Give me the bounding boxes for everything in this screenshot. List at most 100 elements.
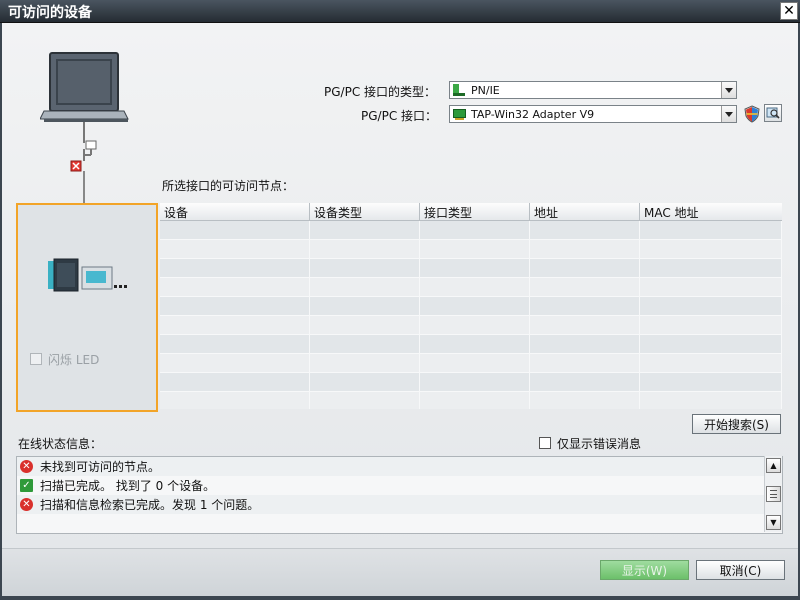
error-icon: ✕ bbox=[20, 498, 33, 511]
start-search-button[interactable]: 开始搜索(S) bbox=[692, 414, 781, 434]
window-title-bar: 可访问的设备 ✕ bbox=[0, 0, 800, 23]
table-cell bbox=[530, 354, 640, 373]
table-cell bbox=[640, 316, 782, 335]
device-preview-panel: 闪烁 LED bbox=[16, 203, 158, 412]
table-cell bbox=[640, 335, 782, 354]
chevron-down-icon[interactable] bbox=[721, 106, 736, 122]
table-cell bbox=[640, 297, 782, 316]
only-errors-checkbox[interactable] bbox=[539, 437, 551, 449]
table-cell bbox=[640, 392, 782, 409]
flash-led-label: 闪烁 LED bbox=[48, 353, 100, 367]
table-row[interactable] bbox=[160, 354, 782, 373]
table-cell bbox=[640, 354, 782, 373]
chevron-down-icon[interactable]: ▼ bbox=[766, 515, 781, 530]
table-cell bbox=[530, 297, 640, 316]
table-cell bbox=[310, 316, 420, 335]
table-cell bbox=[160, 278, 310, 297]
scan-icon bbox=[766, 107, 780, 119]
status-message: 未找到可访问的节点。 bbox=[40, 460, 161, 474]
table-cell bbox=[530, 259, 640, 278]
column-header-device[interactable]: 设备 bbox=[160, 203, 310, 220]
table-cell bbox=[420, 221, 530, 240]
table-cell bbox=[310, 373, 420, 392]
table-cell bbox=[310, 354, 420, 373]
network-adapter-icon bbox=[83, 140, 97, 161]
interface-type-value: PN/IE bbox=[471, 83, 500, 97]
table-cell bbox=[640, 221, 782, 240]
nodes-label: 所选接口的可访问节点： bbox=[162, 179, 295, 193]
table-cell bbox=[310, 335, 420, 354]
table-cell bbox=[310, 278, 420, 297]
network-card-icon bbox=[453, 84, 467, 96]
table-cell bbox=[420, 392, 530, 409]
table-cell bbox=[160, 259, 310, 278]
table-cell bbox=[160, 240, 310, 259]
table-row[interactable] bbox=[160, 392, 782, 409]
status-message: 扫描已完成。 找到了 0 个设备。 bbox=[40, 479, 216, 493]
table-cell bbox=[310, 221, 420, 240]
table-cell bbox=[160, 297, 310, 316]
table-cell bbox=[160, 373, 310, 392]
column-header-interface-type[interactable]: 接口类型 bbox=[420, 203, 530, 220]
table-row[interactable] bbox=[160, 335, 782, 354]
list-item bbox=[17, 514, 782, 533]
table-cell bbox=[640, 278, 782, 297]
close-button[interactable]: ✕ bbox=[780, 2, 798, 20]
shield-icon[interactable] bbox=[744, 105, 760, 123]
interface-value: TAP-Win32 Adapter V9 bbox=[471, 107, 595, 121]
plc-device-icon bbox=[48, 258, 127, 292]
status-scrollbar[interactable]: ▲ ▼ bbox=[764, 456, 782, 532]
table-row[interactable] bbox=[160, 259, 782, 278]
cancel-button[interactable]: 取消(C) bbox=[696, 560, 785, 580]
table-row[interactable] bbox=[160, 316, 782, 335]
scrollbar-thumb[interactable] bbox=[766, 486, 781, 502]
table-row[interactable] bbox=[160, 373, 782, 392]
interface-select[interactable]: TAP-Win32 Adapter V9 bbox=[449, 105, 737, 123]
table-cell bbox=[530, 373, 640, 392]
interface-properties-button[interactable] bbox=[764, 104, 782, 122]
dialog-footer: 显示(W) 取消(C) bbox=[2, 548, 798, 596]
column-header-mac-address[interactable]: MAC 地址 bbox=[640, 203, 782, 220]
column-header-address[interactable]: 地址 bbox=[530, 203, 640, 220]
table-cell bbox=[420, 373, 530, 392]
table-cell bbox=[420, 335, 530, 354]
table-cell bbox=[530, 278, 640, 297]
table-cell bbox=[310, 392, 420, 409]
table-cell bbox=[420, 240, 530, 259]
table-cell bbox=[640, 240, 782, 259]
chevron-down-icon[interactable] bbox=[721, 82, 736, 98]
column-header-device-type[interactable]: 设备类型 bbox=[310, 203, 420, 220]
table-cell bbox=[530, 221, 640, 240]
table-cell bbox=[640, 259, 782, 278]
status-message: 扫描和信息检索已完成。发现 1 个问题。 bbox=[40, 498, 260, 512]
error-icon: ✕ bbox=[20, 460, 33, 473]
table-cell bbox=[420, 278, 530, 297]
table-row[interactable] bbox=[160, 297, 782, 316]
table-cell bbox=[420, 259, 530, 278]
check-icon: ✓ bbox=[20, 479, 33, 492]
table-cell bbox=[160, 316, 310, 335]
chevron-up-icon[interactable]: ▲ bbox=[766, 458, 781, 473]
interface-label: PG/PC 接口： bbox=[361, 109, 438, 123]
table-cell bbox=[530, 240, 640, 259]
table-cell bbox=[160, 354, 310, 373]
flash-led-checkbox[interactable] bbox=[30, 353, 42, 365]
table-row[interactable] bbox=[160, 278, 782, 297]
table-row[interactable] bbox=[160, 240, 782, 259]
table-cell bbox=[310, 297, 420, 316]
window-title: 可访问的设备 bbox=[8, 5, 92, 21]
only-errors-label: 仅显示错误消息 bbox=[557, 437, 642, 451]
table-row[interactable] bbox=[160, 221, 782, 240]
table-cell bbox=[420, 297, 530, 316]
table-cell bbox=[420, 354, 530, 373]
accessible-devices-dialog: PG/PC 接口的类型： PN/IE PG/PC 接口： TAP-Win32 A… bbox=[2, 23, 798, 596]
close-icon: ✕ bbox=[783, 3, 795, 19]
interface-type-select[interactable]: PN/IE bbox=[449, 81, 737, 99]
table-cell bbox=[420, 316, 530, 335]
table-cell bbox=[160, 392, 310, 409]
show-button[interactable]: 显示(W) bbox=[600, 560, 689, 580]
table-cell bbox=[530, 392, 640, 409]
status-message-list: ✕ 未找到可访问的节点。 ✓ 扫描已完成。 找到了 0 个设备。 ✕ 扫描和信息… bbox=[16, 456, 783, 534]
accessible-nodes-table: 设备 设备类型 接口类型 地址 MAC 地址 bbox=[160, 203, 782, 409]
list-item: ✕ 扫描和信息检索已完成。发现 1 个问题。 bbox=[17, 495, 782, 514]
